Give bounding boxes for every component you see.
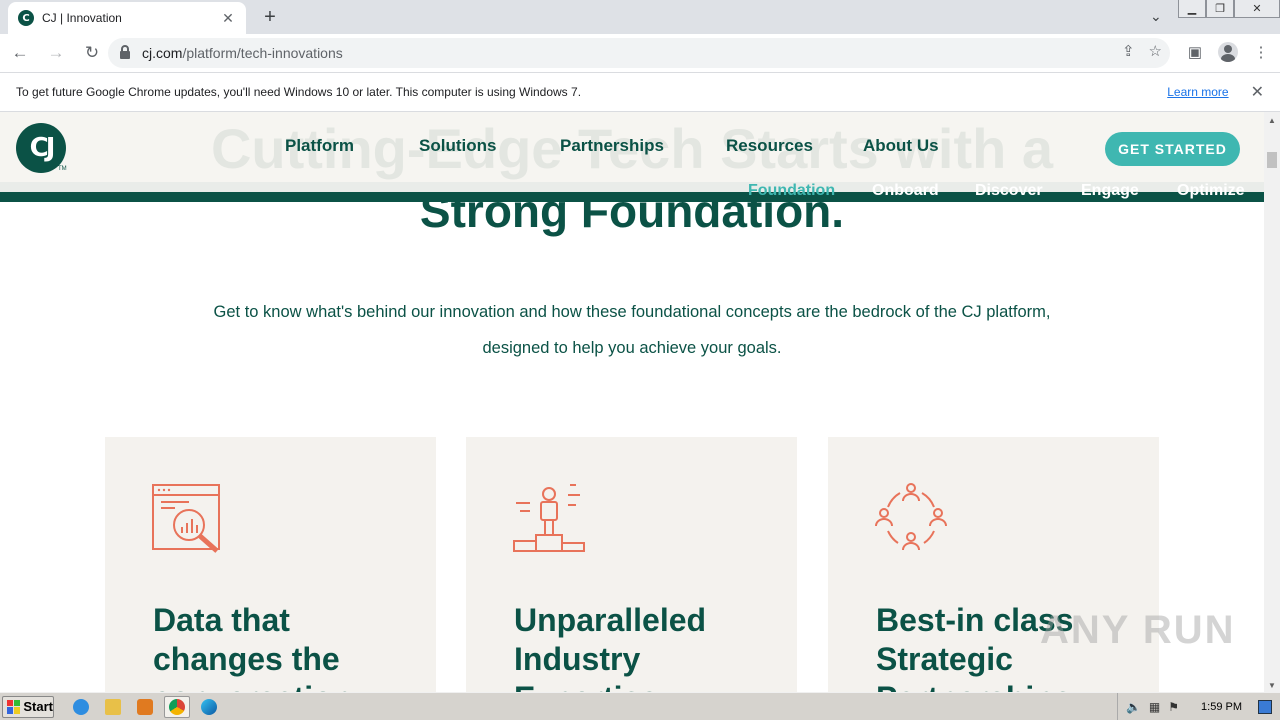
data-analytics-icon xyxy=(152,484,220,553)
subnav-engage[interactable]: Engage xyxy=(1081,182,1139,200)
start-label: Start xyxy=(23,699,53,714)
feature-card-data: Data that changes the conversation xyxy=(105,437,436,692)
infobar-message: To get future Google Chrome updates, you… xyxy=(16,85,582,99)
window-controls: ▁ ❐ ✕ xyxy=(1178,0,1280,18)
reload-button[interactable]: ↻ xyxy=(76,37,108,69)
menu-kebab-icon[interactable]: ⋮ xyxy=(1250,41,1272,63)
card-title: Data that changes the conversation xyxy=(153,602,352,692)
nav-resources[interactable]: Resources xyxy=(726,136,813,156)
tab-title: CJ | Innovation xyxy=(42,11,122,25)
close-tab-icon[interactable]: ✕ xyxy=(220,10,236,27)
browser-tab-bar: C CJ | Innovation ✕ + ⌄ ▁ ❐ ✕ xyxy=(0,0,1280,34)
browser-tab[interactable]: C CJ | Innovation ✕ xyxy=(8,2,246,34)
profile-avatar-icon[interactable] xyxy=(1218,42,1238,62)
page-viewport: Strong Foundation. Get to know what's be… xyxy=(0,112,1264,692)
expert-podium-icon xyxy=(513,484,585,552)
explorer-folder-icon[interactable] xyxy=(100,696,126,718)
volume-icon[interactable]: 🔈 xyxy=(1126,700,1141,714)
quick-launch xyxy=(68,695,222,718)
tab-search-chevron-icon[interactable]: ⌄ xyxy=(1150,8,1162,25)
share-icon[interactable]: ⇪ xyxy=(1122,42,1135,60)
media-player-icon[interactable] xyxy=(132,696,158,718)
side-panel-icon[interactable]: ▣ xyxy=(1184,41,1206,63)
show-desktop-icon[interactable] xyxy=(1258,700,1272,714)
network-icon[interactable]: ▦ xyxy=(1149,700,1160,714)
anyrun-watermark: ANY RUN xyxy=(1040,608,1236,652)
cj-favicon-icon: C xyxy=(18,10,34,26)
taskbar-clock[interactable]: 1:59 PM xyxy=(1201,701,1242,713)
omnibox-actions: ⇪ ☆ xyxy=(1122,42,1162,60)
subnav-optimize[interactable]: Optimize xyxy=(1177,182,1245,200)
back-button[interactable]: ← xyxy=(4,37,36,69)
partner-network-icon xyxy=(875,483,947,551)
bookmark-star-icon[interactable]: ☆ xyxy=(1149,42,1162,60)
feature-card-expertise: Unparalleled Industry Expertise xyxy=(466,437,797,692)
restore-button[interactable]: ❐ xyxy=(1206,0,1234,18)
lock-icon[interactable] xyxy=(120,45,130,59)
scroll-down-arrow-icon[interactable]: ▼ xyxy=(1268,681,1276,690)
minimize-button[interactable]: ▁ xyxy=(1178,0,1206,18)
learn-more-link[interactable]: Learn more xyxy=(1167,85,1228,99)
page-scrollbar[interactable]: ▲ ▼ xyxy=(1264,112,1280,692)
close-window-button[interactable]: ✕ xyxy=(1234,0,1280,18)
subnav-discover[interactable]: Discover xyxy=(975,182,1043,200)
address-bar[interactable]: cj.com /platform/tech-innovations ⇪ ☆ xyxy=(108,38,1170,68)
scrollbar-thumb[interactable] xyxy=(1267,152,1277,168)
scroll-up-arrow-icon[interactable]: ▲ xyxy=(1268,116,1276,125)
close-infobar-icon[interactable]: ✕ xyxy=(1251,82,1264,102)
url-path: /platform/tech-innovations xyxy=(182,45,343,61)
browser-toolbar: ← → ↻ cj.com /platform/tech-innovations … xyxy=(0,34,1280,72)
card-title: Unparalleled Industry Expertise xyxy=(514,602,707,692)
subnav-foundation[interactable]: Foundation xyxy=(748,182,835,200)
start-button[interactable]: Start xyxy=(2,695,54,718)
subnav-onboard[interactable]: Onboard xyxy=(872,182,939,200)
nav-platform[interactable]: Platform xyxy=(285,136,354,156)
forward-button[interactable]: → xyxy=(40,37,72,69)
intro-paragraph: Get to know what's behind our innovation… xyxy=(213,303,1051,357)
nav-about-us[interactable]: About Us xyxy=(863,136,939,156)
ie-icon[interactable] xyxy=(68,696,94,718)
system-tray: 🔈 ▦ ⚑ 1:59 PM xyxy=(1116,693,1280,720)
site-header: Cutting-Edge Tech Starts with a CJ TM Pl… xyxy=(0,112,1264,182)
url-host: cj.com xyxy=(142,45,183,61)
update-infobar: To get future Google Chrome updates, you… xyxy=(0,72,1280,112)
windows-flag-icon xyxy=(7,699,21,714)
chrome-icon[interactable] xyxy=(164,695,190,718)
get-started-button[interactable]: GET STARTED xyxy=(1105,132,1240,166)
action-center-flag-icon[interactable]: ⚑ xyxy=(1168,700,1179,714)
windows-taskbar: Start 🔈 ▦ ⚑ 1:59 PM xyxy=(0,692,1280,720)
nav-partnerships[interactable]: Partnerships xyxy=(560,136,664,156)
feature-card-partnerships: Best-in class Strategic Partnerships xyxy=(828,437,1159,692)
edge-icon[interactable] xyxy=(196,696,222,718)
new-tab-button[interactable]: + xyxy=(258,5,282,29)
subnav-links: Foundation Onboard Discover Engage Optim… xyxy=(0,180,1264,200)
logo-trademark: TM xyxy=(58,166,67,172)
toolbar-right: ▣ ⋮ xyxy=(1184,41,1272,63)
nav-solutions[interactable]: Solutions xyxy=(419,136,496,156)
